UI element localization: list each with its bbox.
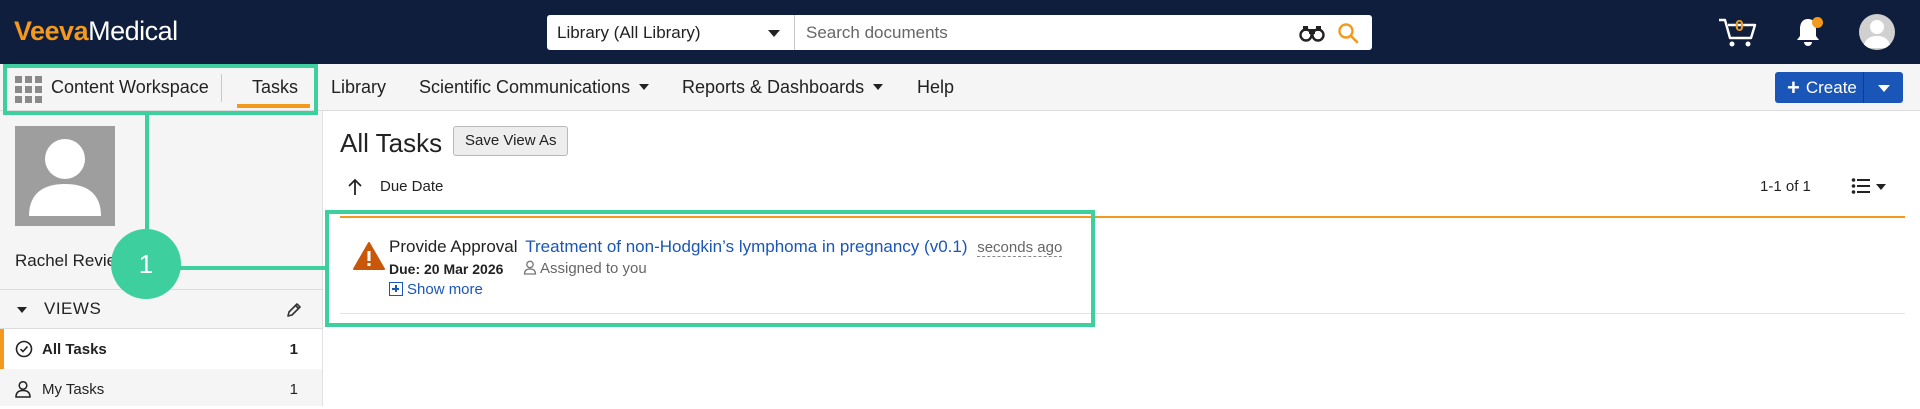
tab-library[interactable]: Library [331, 64, 386, 110]
create-button: + Create [1775, 72, 1903, 103]
pagination-count: 1-1 of 1 [1760, 178, 1811, 195]
chevron-down-icon [17, 307, 27, 313]
list-view-icon[interactable] [1851, 177, 1871, 195]
chevron-down-icon [1878, 85, 1890, 92]
tab-help[interactable]: Help [917, 64, 954, 110]
tab-reports-dashboards-label: Reports & Dashboards [682, 77, 865, 97]
create-label: Create [1805, 78, 1857, 97]
callout-connector-vertical [145, 114, 149, 244]
sidebar-item-count: 1 [289, 341, 298, 358]
chevron-down-icon [873, 84, 884, 90]
highlight-nav-box [3, 64, 318, 115]
sidebar-item-my-tasks[interactable]: My Tasks 1 [0, 369, 322, 409]
highlight-task-box [325, 210, 1095, 327]
search-input[interactable] [796, 15, 1276, 50]
create-dropdown-button[interactable] [1864, 72, 1903, 103]
arrow-up-icon[interactable] [346, 177, 364, 197]
sidebar-item-label: My Tasks [42, 381, 105, 398]
plus-icon: + [1787, 75, 1800, 100]
user-avatar-icon[interactable] [1859, 14, 1895, 50]
sidebar-item-all-tasks[interactable]: All Tasks 1 [0, 329, 322, 369]
step-number-badge: 1 [111, 229, 181, 299]
person-icon [15, 380, 31, 398]
search-scope-value: Library (All Library) [557, 23, 701, 42]
views-label: VIEWS [44, 299, 102, 318]
tab-scientific-communications[interactable]: Scientific Communications [419, 64, 650, 110]
tab-scientific-communications-label: Scientific Communications [419, 77, 631, 97]
sidebar-item-count: 1 [289, 381, 298, 398]
chevron-down-icon [639, 84, 650, 90]
chevron-down-icon[interactable] [1876, 184, 1886, 190]
sidebar-item-label: All Tasks [42, 341, 107, 358]
search-scope-dropdown[interactable]: Library (All Library) [547, 15, 795, 50]
page-title: All Tasks [340, 128, 443, 158]
top-bar: VeevaMedical Library (All Library) 0 [0, 0, 1920, 64]
tab-reports-dashboards[interactable]: Reports & Dashboards [682, 64, 884, 110]
veeva-medical-logo[interactable]: VeevaMedical [14, 16, 178, 47]
create-button-main[interactable]: + Create [1775, 72, 1863, 103]
chevron-down-icon [768, 30, 780, 37]
check-circle-icon [15, 340, 33, 358]
save-view-as-button[interactable]: Save View As [453, 126, 569, 156]
search-icon[interactable] [1337, 22, 1359, 44]
search-bar: Library (All Library) [547, 15, 1372, 50]
logo-brand: Veeva [14, 16, 89, 46]
cart-count-badge: 0 [1735, 18, 1744, 35]
sort-field-label[interactable]: Due Date [380, 178, 443, 195]
pencil-icon[interactable] [285, 301, 303, 319]
callout-connector-horizontal [178, 266, 328, 270]
logo-product: Medical [88, 16, 178, 46]
profile-picture-placeholder [15, 126, 115, 226]
binoculars-icon[interactable] [1299, 24, 1325, 42]
notification-dot [1812, 17, 1823, 28]
